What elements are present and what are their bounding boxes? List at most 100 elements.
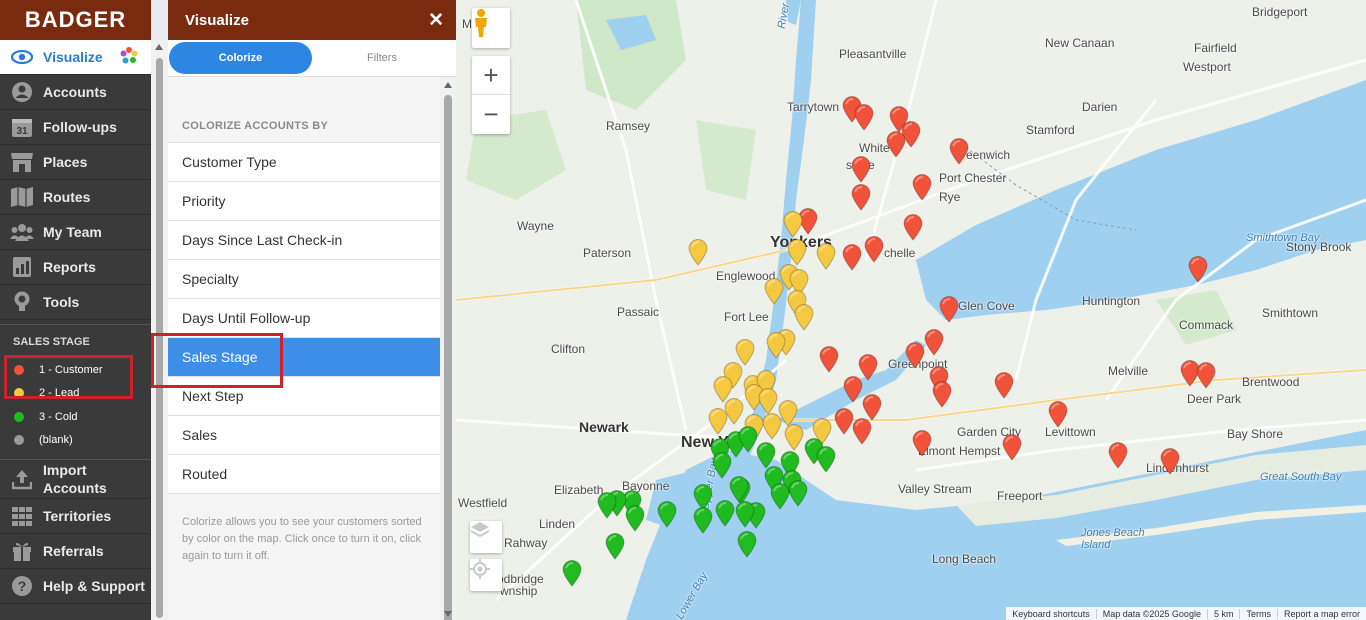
- map-label: Hempst: [959, 444, 1001, 458]
- account-pin-cold[interactable]: [756, 442, 776, 469]
- account-pin-customer[interactable]: [994, 372, 1014, 399]
- locate-me-icon[interactable]: [470, 559, 502, 591]
- map-label: Freeport: [997, 489, 1043, 503]
- account-pin-customer[interactable]: [1048, 401, 1068, 428]
- nav-item-referrals[interactable]: Referrals: [0, 534, 151, 569]
- account-pin-cold[interactable]: [605, 533, 625, 560]
- legend-item-cold[interactable]: 3 - Cold: [0, 405, 151, 429]
- nav-item-visualize[interactable]: Visualize: [0, 40, 151, 75]
- option-routed[interactable]: Routed: [168, 455, 440, 494]
- account-pin-customer[interactable]: [851, 184, 871, 211]
- account-pin-customer[interactable]: [1160, 448, 1180, 475]
- account-pin-customer[interactable]: [1188, 256, 1208, 283]
- account-pin-customer[interactable]: [949, 138, 969, 165]
- map-attribution: Keyboard shortcuts Map data ©2025 Google…: [1006, 607, 1366, 620]
- nav-item-import-accounts[interactable]: Import Accounts: [0, 459, 151, 499]
- map-label: Passaic: [617, 305, 660, 319]
- colorize-help-text: Colorize allows you to see your customer…: [182, 516, 422, 562]
- account-pin-customer[interactable]: [842, 244, 862, 271]
- account-pin-customer[interactable]: [843, 376, 863, 403]
- option-specialty[interactable]: Specialty: [168, 260, 440, 299]
- account-pin-cold[interactable]: [712, 452, 732, 479]
- zoom-in-button[interactable]: +: [472, 56, 510, 95]
- nav-item-tools[interactable]: Tools: [0, 285, 151, 320]
- account-pin-customer[interactable]: [1002, 434, 1022, 461]
- account-pin-customer[interactable]: [886, 131, 906, 158]
- nav-scrollbar[interactable]: [151, 40, 168, 620]
- map[interactable]: Bridgeport Pleasantville New Canaan Fair…: [456, 0, 1366, 620]
- street-view-pegman-icon[interactable]: [472, 8, 510, 48]
- account-pin-customer[interactable]: [932, 381, 952, 408]
- account-pin-lead[interactable]: [764, 278, 784, 305]
- account-pin-customer[interactable]: [912, 174, 932, 201]
- account-pin-cold[interactable]: [788, 480, 808, 507]
- account-pin-cold[interactable]: [693, 507, 713, 534]
- account-pin-cold[interactable]: [562, 560, 582, 587]
- scrollbar-thumb[interactable]: [444, 95, 452, 620]
- nav-item-territories[interactable]: Territories: [0, 499, 151, 534]
- account-pin-lead[interactable]: [762, 413, 782, 440]
- account-pin-cold[interactable]: [738, 426, 758, 453]
- nav-item-accounts[interactable]: Accounts: [0, 75, 151, 110]
- account-pin-customer[interactable]: [905, 342, 925, 369]
- account-pin-cold[interactable]: [597, 492, 617, 519]
- tab-filters[interactable]: Filters: [312, 52, 452, 64]
- account-pin-customer[interactable]: [862, 394, 882, 421]
- nav-item-places[interactable]: Places: [0, 145, 151, 180]
- option-sales[interactable]: Sales: [168, 416, 440, 455]
- legend-item-blank[interactable]: (blank): [0, 429, 151, 453]
- account-pin-customer[interactable]: [903, 214, 923, 241]
- account-pin-lead[interactable]: [688, 239, 708, 266]
- nav-item-reports[interactable]: Reports: [0, 250, 151, 285]
- account-pin-cold[interactable]: [737, 531, 757, 558]
- account-pin-lead[interactable]: [794, 304, 814, 331]
- account-pin-customer[interactable]: [834, 408, 854, 435]
- account-pin-customer[interactable]: [1108, 442, 1128, 469]
- account-pin-cold[interactable]: [715, 500, 735, 527]
- account-pin-lead[interactable]: [816, 243, 836, 270]
- tab-colorize[interactable]: Colorize: [169, 42, 312, 74]
- panel-scrollbar[interactable]: [440, 77, 456, 620]
- account-pin-customer[interactable]: [912, 430, 932, 457]
- account-pin-cold[interactable]: [816, 446, 836, 473]
- account-pin-customer[interactable]: [851, 156, 871, 183]
- map-label: Bridgeport: [1252, 5, 1308, 19]
- badger-logo[interactable]: BADGER: [0, 0, 151, 40]
- account-pin-cold[interactable]: [625, 505, 645, 532]
- option-customer-type[interactable]: Customer Type: [168, 143, 440, 182]
- account-pin-customer[interactable]: [852, 418, 872, 445]
- account-pin-customer[interactable]: [939, 296, 959, 323]
- account-pin-customer[interactable]: [854, 104, 874, 131]
- terms-link[interactable]: Terms: [1239, 608, 1277, 619]
- account-pin-lead[interactable]: [783, 211, 803, 238]
- scroll-up-arrow-icon[interactable]: [444, 82, 452, 88]
- scroll-up-arrow-icon[interactable]: [155, 44, 163, 50]
- store-icon: [10, 150, 34, 174]
- account-pin-lead[interactable]: [758, 388, 778, 415]
- account-pin-customer[interactable]: [864, 236, 884, 263]
- account-pin-customer[interactable]: [819, 346, 839, 373]
- account-pin-lead[interactable]: [784, 424, 804, 451]
- account-pin-cold[interactable]: [657, 501, 677, 528]
- nav-item-help-support[interactable]: ? Help & Support: [0, 569, 151, 604]
- account-pin-customer[interactable]: [1196, 362, 1216, 389]
- layers-icon[interactable]: [470, 521, 502, 553]
- nav-item-my-team[interactable]: My Team: [0, 215, 151, 250]
- report-map-error-link[interactable]: Report a map error: [1276, 608, 1366, 619]
- account-pin-lead[interactable]: [787, 239, 807, 266]
- account-pin-cold[interactable]: [735, 501, 755, 528]
- zoom-out-button[interactable]: −: [472, 95, 510, 134]
- nav-item-label: Referrals: [43, 543, 104, 559]
- option-priority[interactable]: Priority: [168, 182, 440, 221]
- account-pin-lead[interactable]: [708, 408, 728, 435]
- account-pin-cold[interactable]: [770, 483, 790, 510]
- nav-item-routes[interactable]: Routes: [0, 180, 151, 215]
- close-icon[interactable]: ✕: [428, 9, 444, 32]
- account-pin-lead[interactable]: [766, 332, 786, 359]
- scroll-down-arrow-icon[interactable]: [444, 611, 452, 617]
- keyboard-shortcuts-link[interactable]: Keyboard shortcuts: [1006, 609, 1096, 619]
- account-pin-cold[interactable]: [729, 476, 749, 503]
- account-pin-customer[interactable]: [924, 329, 944, 356]
- nav-item-follow-ups[interactable]: 31 Follow-ups: [0, 110, 151, 145]
- option-days-since-last-check-in[interactable]: Days Since Last Check-in: [168, 221, 440, 260]
